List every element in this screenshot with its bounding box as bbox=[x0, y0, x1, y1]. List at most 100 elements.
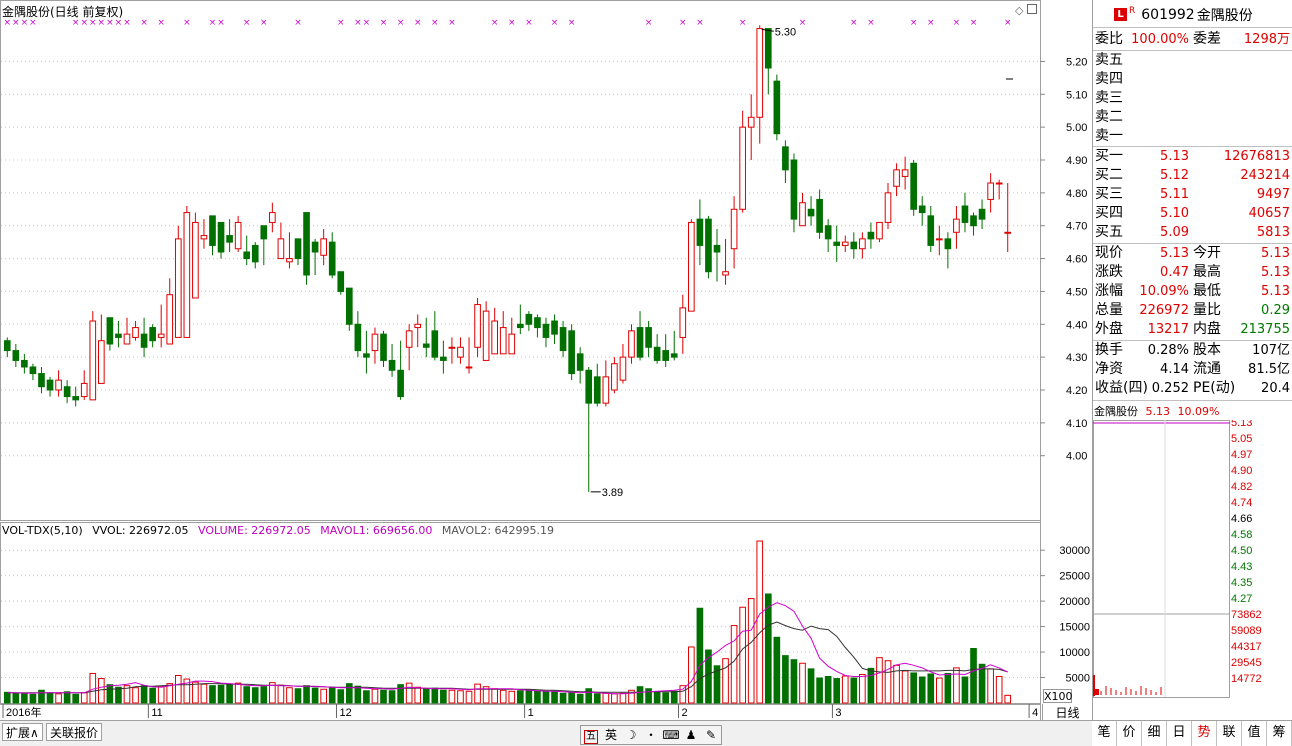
quote-tab-1[interactable]: 价 bbox=[1117, 721, 1142, 746]
buy-level-row[interactable]: 买三 5.11 9497 bbox=[1093, 185, 1292, 204]
candle-body bbox=[294, 238, 302, 260]
signal-marker: × bbox=[645, 18, 653, 28]
volume-bar bbox=[320, 688, 327, 704]
candle bbox=[534, 314, 541, 338]
volume-bar bbox=[55, 693, 62, 704]
candle-body bbox=[713, 244, 721, 253]
candle-body bbox=[953, 218, 960, 233]
ime-button-4[interactable]: ⌨ bbox=[661, 726, 681, 744]
sell-level-row[interactable]: 卖五 bbox=[1093, 51, 1292, 70]
volume-bar bbox=[662, 692, 670, 704]
volume-tick-label: 20000 bbox=[1059, 596, 1090, 608]
volume-bar bbox=[816, 677, 823, 704]
ime-button-1[interactable]: 英 bbox=[601, 726, 621, 744]
x-axis-label: 4 bbox=[1032, 707, 1038, 719]
stat-row[interactable]: 现价 5.13 今开 5.13 bbox=[1093, 244, 1292, 263]
candle bbox=[961, 192, 969, 233]
stat-row[interactable]: 涨跌 0.47 最高 5.13 bbox=[1093, 263, 1292, 282]
mini-price-tick: 5.13 bbox=[1231, 420, 1252, 429]
restore-window-icon[interactable] bbox=[1027, 4, 1037, 14]
fundamental-row[interactable]: 换手 0.28% 股本 107亿 bbox=[1093, 341, 1292, 360]
low-marker-label: 3.89 bbox=[602, 487, 623, 499]
quote-tab-6[interactable]: 值 bbox=[1242, 721, 1267, 746]
volume-bar bbox=[414, 686, 422, 704]
quote-tab-3[interactable]: 日 bbox=[1167, 721, 1192, 746]
fundamental-row[interactable]: 净资 4.14 流通 81.5亿 bbox=[1093, 360, 1292, 379]
candle-body bbox=[833, 241, 841, 246]
volume-bar bbox=[807, 668, 815, 704]
kline-chart[interactable]: 5.20 5.10 5.00 4.90 4.80 4.70 4.60 4.50 4.40 4.30… bbox=[0, 0, 1092, 720]
quote-tab-0[interactable]: 笔 bbox=[1092, 721, 1117, 746]
candle bbox=[918, 196, 926, 226]
volume-bar bbox=[29, 693, 37, 704]
mini-price-tick: 4.74 bbox=[1231, 497, 1252, 509]
quote-tab-2[interactable]: 细 bbox=[1142, 721, 1167, 746]
ime-toolbar[interactable]: 五英 ☽ ・ ⌨ ♟ ✎ bbox=[580, 725, 722, 745]
stat-row-v1: 10.09% bbox=[1139, 284, 1189, 299]
ime-button-0[interactable]: 五 bbox=[581, 726, 601, 744]
signal-marker: × bbox=[508, 18, 516, 28]
candle-body bbox=[542, 323, 550, 338]
volume-indicator-header: VOL-TDX(5,10) VVOL: 226972.05 VOLUME: 22… bbox=[2, 524, 560, 537]
buy-level-row[interactable]: 买五 5.09 5813 bbox=[1093, 223, 1292, 242]
buy-level-row[interactable]: 买一 5.13 12676813 bbox=[1093, 147, 1292, 166]
candle-body bbox=[978, 208, 986, 220]
candle-body bbox=[149, 327, 156, 342]
ime-button-3[interactable]: ・ bbox=[641, 726, 661, 744]
related-quote-tab[interactable]: 关联报价 bbox=[46, 723, 103, 741]
sell-level-row[interactable]: 卖二 bbox=[1093, 108, 1292, 127]
volume-bar bbox=[388, 690, 396, 704]
volume-bar bbox=[970, 647, 977, 704]
mini-price-tick: 4.43 bbox=[1231, 561, 1252, 573]
volume-bar bbox=[200, 683, 208, 704]
stat-row[interactable]: 涨幅 10.09% 最低 5.13 bbox=[1093, 282, 1292, 301]
chart-title: 金隅股份(日线 前复权) bbox=[2, 5, 124, 19]
signal-marker: × bbox=[739, 18, 747, 28]
vvol-value: VVOL: 226972.05 bbox=[92, 524, 189, 537]
sell-level-row[interactable]: 卖四 bbox=[1093, 70, 1292, 89]
volume-unit-label: X100 bbox=[1043, 689, 1073, 703]
candle-body bbox=[328, 241, 336, 276]
candle-body bbox=[995, 182, 1003, 185]
buy-level-row[interactable]: 买二 5.12 243214 bbox=[1093, 166, 1292, 185]
buy-level-row[interactable]: 买四 5.10 40657 bbox=[1093, 204, 1292, 223]
volume-bar bbox=[98, 678, 105, 704]
x-axis-label: 3 bbox=[835, 707, 841, 719]
candle bbox=[226, 219, 233, 252]
candle bbox=[491, 307, 498, 355]
candle-body bbox=[824, 225, 832, 240]
candle bbox=[935, 225, 943, 256]
stat-row[interactable]: 总量 226972 量比 0.29 bbox=[1093, 301, 1292, 320]
candle-body bbox=[611, 363, 618, 391]
sell-level-row[interactable]: 卖三 bbox=[1093, 89, 1292, 108]
signal-marker: × bbox=[850, 18, 858, 28]
diamond-icon[interactable]: ◇ bbox=[1015, 4, 1023, 17]
fundamental-row[interactable]: 收益(四) 0.252 PE(动) 20.4 bbox=[1093, 379, 1292, 398]
candle-body bbox=[918, 205, 926, 214]
quote-tab-7[interactable]: 筹 bbox=[1267, 721, 1292, 746]
price-tick-label: 4.00 bbox=[1066, 451, 1087, 463]
stat-row[interactable]: 外盘 13217 内盘 213755 bbox=[1093, 320, 1292, 339]
volume-bar bbox=[303, 685, 310, 704]
candle bbox=[953, 206, 960, 249]
ime-button-6[interactable]: ✎ bbox=[701, 726, 721, 744]
quote-tab-5[interactable]: 联 bbox=[1217, 721, 1242, 746]
x-axis-label: 12 bbox=[339, 707, 351, 719]
vol-indicator-name[interactable]: VOL-TDX(5,10) bbox=[2, 524, 83, 537]
stat-row-v2: 5.13 bbox=[1261, 265, 1290, 280]
candle-body bbox=[619, 356, 627, 381]
candle-body bbox=[841, 241, 849, 246]
fundamental-row-l1: 收益(四) bbox=[1095, 380, 1148, 396]
price-tick-label: 4.50 bbox=[1066, 286, 1087, 298]
sell-level-row[interactable]: 卖一 bbox=[1093, 127, 1292, 146]
intraday-mini-chart[interactable]: 5.13 5.05 4.97 4.90 4.82 4.74 4.66 4.58 4.50 4.43… bbox=[1093, 420, 1292, 720]
candle bbox=[149, 324, 156, 348]
ime-button-2[interactable]: ☽ bbox=[621, 726, 641, 744]
candle bbox=[457, 337, 464, 364]
quote-tab-4[interactable]: 势 bbox=[1192, 721, 1217, 746]
ime-button-5[interactable]: ♟ bbox=[681, 726, 701, 744]
volume-bar bbox=[311, 687, 319, 704]
candle bbox=[183, 206, 191, 338]
volume-tick-label: 5000 bbox=[1066, 673, 1090, 685]
expand-tab[interactable]: 扩展∧ bbox=[2, 723, 43, 741]
